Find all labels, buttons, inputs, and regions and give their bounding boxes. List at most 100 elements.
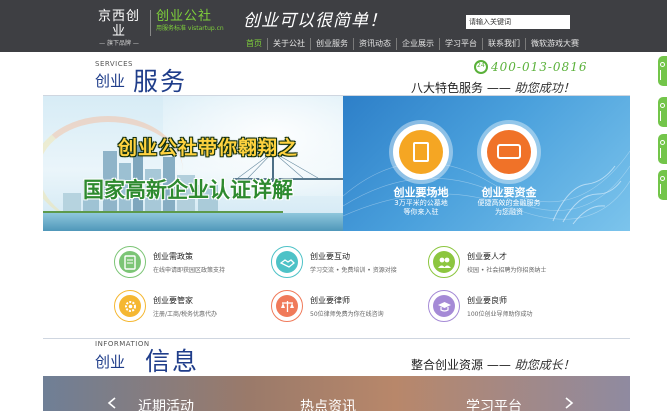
- nav-item[interactable]: 企业展示: [396, 37, 439, 50]
- funding-feature-title: 创业要资金: [481, 186, 537, 199]
- side-tab-icon: [660, 140, 665, 145]
- information-heading-big: 信息: [145, 347, 200, 376]
- service-icon-core: [276, 251, 298, 273]
- side-tab-text: [660, 111, 665, 121]
- service-title: 创业要良师: [467, 296, 507, 305]
- scale-icon: [280, 300, 294, 312]
- venue-feature-title: 创业要场地: [393, 186, 449, 199]
- services-tagline-text: 八大特色服务 ——: [411, 81, 511, 95]
- money-icon: [497, 144, 521, 159]
- nav-item[interactable]: 资讯动态: [353, 37, 396, 50]
- service-icon-core: [433, 295, 455, 317]
- building-icon: [413, 142, 429, 162]
- venue-feature-desc-2: 等你来入驻: [403, 208, 439, 216]
- tab-hot-news[interactable]: 热点资讯: [300, 396, 356, 411]
- nav-item[interactable]: 学习平台: [439, 37, 482, 50]
- services-heading-en: SERVICES: [95, 60, 133, 68]
- logo-divider: [150, 10, 151, 36]
- top-header: 京西创业 — 旗下品牌 — 创业公社 用服务标准 vistartup.cn 创业…: [0, 0, 667, 52]
- side-tab-3[interactable]: [658, 134, 667, 164]
- tab-learning-platform[interactable]: 学习平台: [466, 396, 522, 411]
- service-desc: 注册/工商/税务优惠代办: [153, 311, 218, 318]
- venue-feature-inner: [399, 130, 443, 174]
- side-tab-text: [660, 148, 665, 158]
- jingxi-logo-title: 京西创业: [97, 9, 140, 39]
- chuangye-gongshe-logo[interactable]: 创业公社 用服务标准 vistartup.cn: [156, 9, 246, 33]
- gongshe-logo-title: 创业公社: [156, 9, 213, 24]
- handshake-icon: [279, 258, 295, 268]
- funding-feature-circle[interactable]: [481, 124, 537, 180]
- service-icon-ring: [114, 290, 146, 322]
- people-icon: [437, 257, 451, 268]
- service-item[interactable]: 创业要良师 100位创业导师助你成功: [428, 290, 578, 330]
- service-icon-ring: [428, 290, 460, 322]
- service-icon-ring: [271, 246, 303, 278]
- nav-item[interactable]: 联系我们: [482, 37, 525, 50]
- service-icon-ring: [271, 290, 303, 322]
- service-icon-ring: [114, 246, 146, 278]
- side-tab-icon: [660, 103, 665, 108]
- chevron-left-icon[interactable]: [107, 397, 117, 409]
- service-title: 创业要管家: [153, 296, 193, 305]
- service-item[interactable]: 创业要互动学习交流 • 免费培训 • 资源对接: [271, 246, 421, 286]
- service-icon-core: [119, 251, 141, 273]
- information-heading-small: 创业: [95, 353, 126, 371]
- promo-banner[interactable]: 创业公社带你翱翔之 国家高新企业认证详解 创业要场地 3万平米的公墓地 等你来入…: [43, 96, 630, 231]
- hotline-24h-icon: 24: [474, 60, 488, 74]
- services-tagline: 八大特色服务 —— 助您成功！: [411, 79, 575, 96]
- jingxi-logo[interactable]: 京西创业 — 旗下品牌 —: [93, 9, 145, 48]
- service-icon-core: [119, 295, 141, 317]
- service-desc: 50位律师免费为你在线咨询: [310, 311, 384, 318]
- chevron-right-icon[interactable]: [564, 397, 574, 409]
- service-title: 创业要互动: [310, 252, 350, 261]
- side-tab-4[interactable]: [658, 170, 667, 200]
- funding-feature-desc-2: 为您融资: [495, 208, 523, 216]
- services-heading-small: 创业: [95, 72, 126, 90]
- search-input[interactable]: [466, 15, 570, 29]
- header-slogan: 创业可以很简单！: [243, 11, 387, 31]
- information-tagline-text: 整合创业资源 ——: [411, 358, 511, 372]
- service-desc: 在线申请即获园区政策支持: [153, 267, 226, 274]
- page: 京西创业 — 旗下品牌 — 创业公社 用服务标准 vistartup.cn 创业…: [0, 0, 667, 411]
- service-item[interactable]: 创业要管家注册/工商/税务优惠代办: [114, 290, 264, 330]
- service-desc: 100位创业导师助你成功: [467, 311, 533, 318]
- nav-item[interactable]: 关于公社: [267, 37, 310, 50]
- banner-headline: 创业公社带你翱翔之: [118, 137, 299, 159]
- tab-recent-events[interactable]: 近期活动: [138, 396, 194, 411]
- graduation-cap-icon: [437, 301, 451, 312]
- nav-item[interactable]: 创业服务: [310, 37, 353, 50]
- hotline-badge: 24: [477, 62, 485, 69]
- services-heading-big: 服务: [133, 67, 188, 96]
- service-item[interactable]: 创业要律师 50位律师免费为你在线咨询: [271, 290, 421, 330]
- service-desc: 学习交流 • 免费培训 • 资源对接: [310, 267, 397, 274]
- service-icon-core: [276, 295, 298, 317]
- jingxi-logo-subtitle: — 旗下品牌 —: [99, 40, 139, 47]
- venue-feature-circle[interactable]: [393, 124, 449, 180]
- gear-icon: [124, 300, 136, 312]
- side-tab-text: [660, 70, 665, 80]
- divider: [43, 338, 630, 339]
- side-tab-icon: [660, 62, 665, 67]
- service-desc: 校园 • 社会招聘为你招贤纳士: [467, 267, 547, 274]
- service-title: 创业要律师: [310, 296, 350, 305]
- gongshe-logo-subtitle: 用服务标准 vistartup.cn: [156, 25, 224, 32]
- water-illustration: [43, 213, 343, 231]
- service-item[interactable]: 创业要人才校园 • 社会招聘为你招贤纳士: [428, 246, 578, 286]
- information-tagline-script: 助您成长！: [514, 358, 575, 372]
- service-icon-core: [433, 251, 455, 273]
- nav-item[interactable]: 微软游戏大赛: [525, 37, 584, 50]
- services-tagline-script: 助您成功！: [514, 81, 575, 95]
- service-icon-ring: [428, 246, 460, 278]
- service-item[interactable]: 创业需政策 在线申请即获园区政策支持: [114, 246, 264, 286]
- hotline-number: 400-013-0816: [491, 60, 588, 74]
- information-heading-en: INFORMATION: [95, 340, 150, 348]
- side-tab-icon: [660, 176, 665, 181]
- nav-item[interactable]: 首页: [243, 38, 267, 50]
- side-tab-2[interactable]: [658, 97, 667, 127]
- side-tab-1[interactable]: [658, 56, 667, 86]
- funding-feature-inner: [487, 130, 531, 174]
- main-nav: 首页 关于公社 创业服务 资讯动态 企业展示 学习平台 联系我们 微软游戏大赛: [243, 37, 584, 50]
- information-tagline: 整合创业资源 —— 助您成长！: [411, 356, 575, 373]
- service-title: 创业要人才: [467, 252, 507, 261]
- hand-illustration: [552, 165, 622, 225]
